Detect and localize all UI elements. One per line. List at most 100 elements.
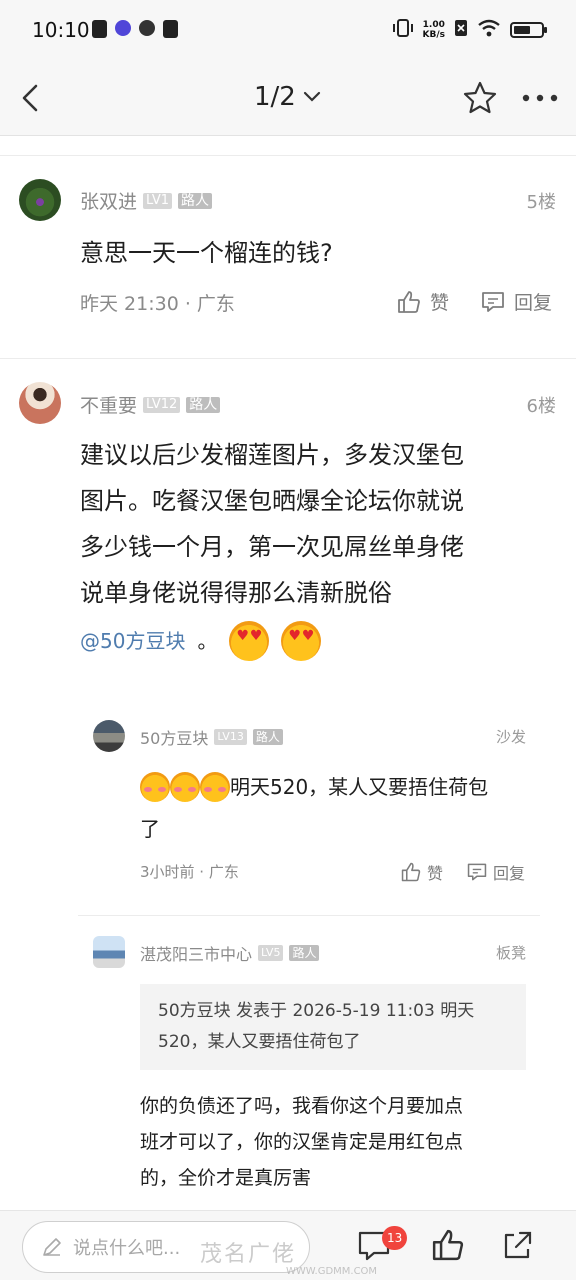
- like-post-button[interactable]: [430, 1227, 466, 1263]
- watermark: 茂名广佬: [200, 1242, 297, 1267]
- leaf-app-icon: [139, 20, 155, 36]
- comment-icon: [467, 863, 487, 881]
- reply-content: 明天520，某人又要捂住荷包 了: [140, 766, 520, 850]
- content-line: 说单身佬说得得那么清新脱俗: [80, 579, 392, 607]
- app-notification-icon: [115, 20, 131, 36]
- more-button[interactable]: [518, 78, 562, 118]
- post-meta: 昨天 21:30 · 广东: [80, 293, 235, 315]
- post-content: 建议以后少发榴莲图片，多发汉堡包 图片。吃餐汉堡包晒爆全论坛你就说 多少钱一个月…: [80, 432, 550, 616]
- avatar[interactable]: [19, 382, 61, 424]
- username: 不重要: [80, 395, 138, 417]
- blush-emoji-icon: [170, 772, 200, 802]
- floor-number: 板凳: [495, 944, 526, 962]
- sim-icon: [92, 20, 107, 38]
- avatar[interactable]: [19, 179, 61, 221]
- message-icon: [163, 20, 178, 38]
- comment-count-badge: 13: [382, 1226, 408, 1250]
- heart-eyes-emoji-icon: [229, 621, 270, 661]
- content-line: 多少钱一个月，第一次见屌丝单身佬: [80, 533, 464, 561]
- battery-icon: [510, 22, 547, 38]
- username: 湛茂阳三市中心: [140, 945, 253, 964]
- wifi-icon: [477, 19, 501, 41]
- favorite-button[interactable]: [460, 78, 500, 118]
- floor-number: 6楼: [526, 396, 556, 417]
- chevron-left-icon: [22, 84, 38, 112]
- share-button[interactable]: [500, 1227, 536, 1263]
- thumbs-up-icon: [432, 1229, 464, 1261]
- star-icon: [463, 81, 497, 114]
- pencil-icon: [43, 1238, 61, 1256]
- content-line: 建议以后少发榴莲图片，多发汉堡包: [80, 441, 464, 469]
- blush-emoji-icon: [200, 772, 230, 802]
- divider: [78, 915, 540, 916]
- thumbs-up-icon: [398, 290, 420, 313]
- thumbs-up-icon: [401, 862, 421, 882]
- mention-suffix: 。: [197, 629, 218, 653]
- avatar[interactable]: [93, 936, 125, 968]
- like-button[interactable]: 赞: [400, 860, 443, 884]
- username: 50方豆块: [140, 729, 209, 748]
- avatar[interactable]: [93, 720, 125, 752]
- level-badge: LV12: [143, 396, 181, 413]
- role-badge: 路人: [178, 192, 212, 209]
- blush-emoji-icon: [140, 772, 170, 802]
- like-label: 赞: [427, 864, 444, 883]
- notification-icons: [92, 20, 178, 38]
- reply-text: 班才可以了，你的汉堡肯定是用红包点: [140, 1131, 464, 1153]
- comment-input-placeholder: 说点什么吧...: [73, 1238, 181, 1259]
- floor-number: 沙发: [495, 728, 526, 746]
- reply-button[interactable]: 回复: [480, 288, 552, 315]
- like-button[interactable]: 赞: [396, 288, 449, 315]
- reply-author[interactable]: 湛茂阳三市中心 LV5 路人: [140, 941, 320, 965]
- mention-link[interactable]: @50方豆块: [80, 620, 185, 662]
- reply-meta: 3小时前 · 广东: [140, 863, 239, 881]
- status-right: 1.00 KB/s: [392, 18, 547, 42]
- reply-label: 回复: [493, 864, 526, 883]
- username: 张双进: [80, 191, 138, 213]
- quote-block[interactable]: 50方豆块 发表于 2026-5-19 11:03 明天 520，某人又要捂住荷…: [140, 984, 526, 1070]
- post-author[interactable]: 张双进 LV1 路人: [80, 187, 212, 214]
- share-icon: [504, 1231, 532, 1259]
- net-speed-unit: KB/s: [422, 30, 445, 40]
- status-time: 10:10: [32, 18, 90, 42]
- top-nav-bar: 1/2: [0, 60, 576, 136]
- page-selector[interactable]: 1/2: [254, 82, 322, 112]
- divider: [0, 358, 576, 359]
- back-button[interactable]: [14, 78, 54, 118]
- role-badge: 路人: [186, 396, 221, 413]
- role-badge: 路人: [252, 729, 283, 745]
- reply-button[interactable]: 回复: [466, 860, 525, 884]
- vibrate-icon: [392, 18, 414, 42]
- reply-text: 了: [140, 817, 160, 841]
- content-line: 图片。吃餐汉堡包晒爆全论坛你就说: [80, 487, 464, 515]
- reply-content: 你的负债还了吗，我看你这个月要加点 班才可以了，你的汉堡肯定是用红包点 的，全价…: [140, 1088, 540, 1196]
- floor-number: 5楼: [526, 192, 556, 213]
- reply-text: 的，全价才是真厉害: [140, 1167, 312, 1189]
- status-bar: 10:10 1.00 KB/s: [0, 0, 576, 60]
- comment-icon: [482, 291, 504, 312]
- mention-line: @50方豆块 。: [80, 620, 322, 662]
- quote-line: 520，某人又要捂住荷包了: [158, 1032, 361, 1052]
- no-sim-icon: [454, 19, 468, 41]
- heart-eyes-emoji-icon: [281, 621, 322, 661]
- reply-content-line: 明天520，某人又要捂住荷包: [140, 766, 520, 808]
- reply-label: 回复: [514, 292, 553, 314]
- watermark-url: WWW.GDMM.COM: [286, 1266, 378, 1277]
- level-badge: LV1: [143, 192, 172, 209]
- quote-line: 50方豆块 发表于 2026-5-19 11:03 明天: [158, 1001, 475, 1021]
- role-badge: 路人: [289, 945, 320, 961]
- reply-text: 明天520，某人又要捂住荷包: [230, 775, 489, 799]
- chevron-down-icon: [303, 91, 320, 102]
- net-speed: 1.00 KB/s: [423, 20, 445, 40]
- page-indicator-text: 1/2: [254, 82, 296, 112]
- like-label: 赞: [430, 292, 450, 314]
- more-dots-icon: [522, 94, 558, 102]
- post-author[interactable]: 不重要 LV12 路人: [80, 391, 221, 418]
- level-badge: LV13: [214, 729, 247, 745]
- post-content: 意思一天一个榴连的钱?: [80, 239, 333, 267]
- reply-author[interactable]: 50方豆块 LV13 路人: [140, 725, 283, 749]
- net-speed-value: 1.00: [422, 20, 445, 30]
- reply-text: 你的负债还了吗，我看你这个月要加点: [140, 1095, 464, 1117]
- level-badge: LV5: [258, 945, 284, 961]
- divider: [0, 155, 576, 156]
